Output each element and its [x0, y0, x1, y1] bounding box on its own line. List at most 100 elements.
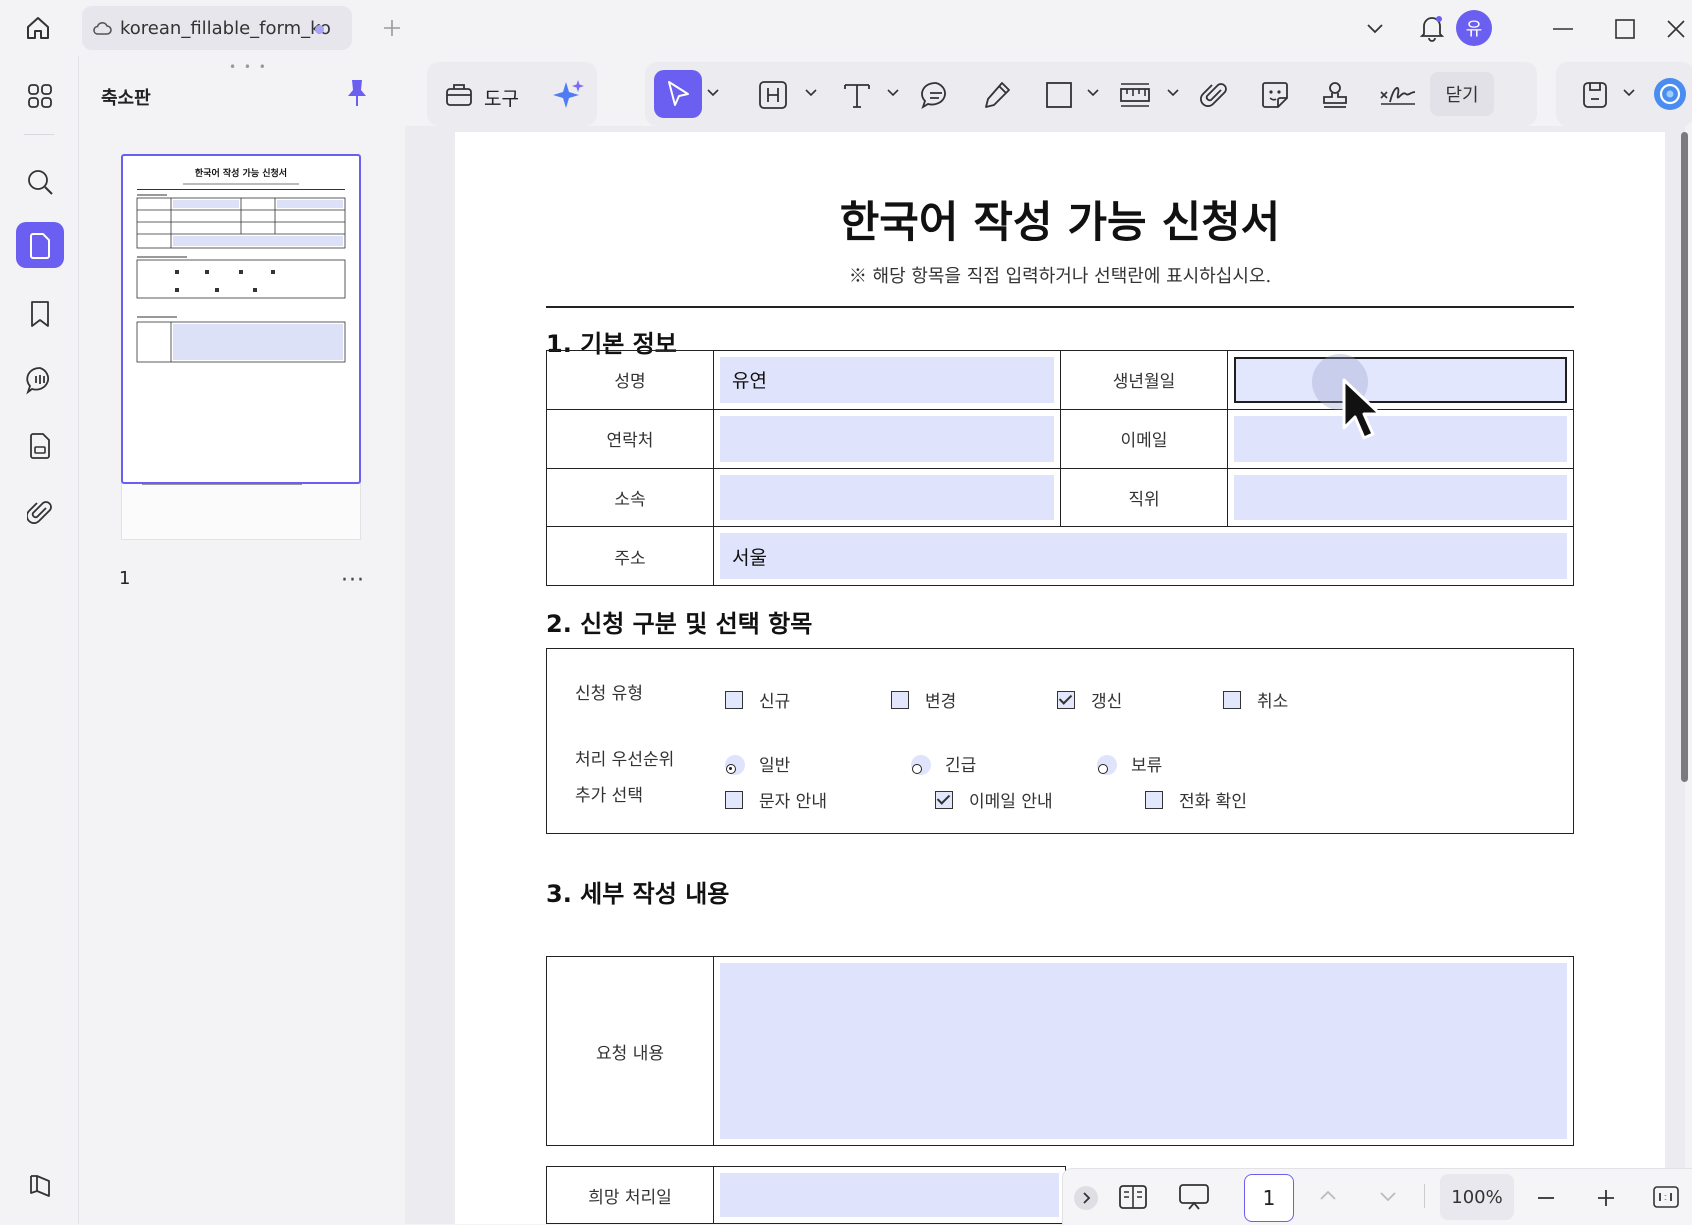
chevron-down-icon[interactable] — [886, 88, 900, 98]
pin-icon[interactable] — [345, 78, 369, 108]
date-table: 희망 처리일 — [546, 1166, 1066, 1224]
checkbox-cancel[interactable] — [1223, 691, 1241, 709]
new-tab-plus-icon[interactable] — [378, 14, 406, 42]
request-label: 요청 내용 — [546, 956, 714, 1146]
radio-urgent[interactable] — [911, 755, 931, 775]
close-window-icon[interactable] — [1662, 14, 1690, 44]
chevron-down-icon[interactable] — [1622, 88, 1636, 98]
details-table: 요청 내용 — [546, 956, 1574, 1146]
chevron-down-icon[interactable] — [1086, 88, 1100, 98]
email-field[interactable] — [1234, 415, 1567, 462]
radio-normal[interactable] — [725, 755, 745, 775]
checkbox-new[interactable] — [725, 691, 743, 709]
chevron-down-icon[interactable] — [1360, 14, 1390, 44]
thumbnails-page-icon[interactable] — [22, 228, 58, 264]
previous-page-icon[interactable] — [1318, 1188, 1338, 1202]
maximize-icon[interactable] — [1610, 14, 1640, 44]
position-field[interactable] — [1234, 474, 1567, 521]
sticker-icon[interactable] — [1260, 80, 1290, 110]
page-thumbnail[interactable]: 한국어 작성 가능 신청서 — [121, 154, 361, 484]
form-fields-icon[interactable] — [22, 428, 58, 464]
bar-separator — [1424, 1184, 1425, 1208]
affiliation-label: 소속 — [546, 467, 714, 528]
apps-grid-icon[interactable] — [22, 78, 58, 114]
zoom-out-icon[interactable] — [1536, 1188, 1556, 1208]
position-label: 직위 — [1060, 467, 1228, 528]
toolbox-icon[interactable] — [444, 80, 474, 108]
checkbox-email-notice[interactable] — [935, 791, 953, 809]
checkbox-change[interactable] — [891, 691, 909, 709]
mouse-cursor-icon — [1340, 378, 1390, 448]
bookmark-icon[interactable] — [22, 296, 58, 332]
request-textarea[interactable] — [720, 963, 1567, 1139]
radio-normal-label: 일반 — [759, 756, 791, 776]
contact-label: 연락처 — [546, 408, 714, 469]
next-page-icon[interactable] — [1378, 1190, 1398, 1204]
checkbox-sms-label: 문자 안내 — [759, 792, 827, 812]
comments-icon[interactable] — [20, 362, 60, 398]
priority-label: 처리 우선순위 — [575, 750, 675, 770]
application-type-label: 신청 유형 — [575, 684, 643, 704]
notification-bell-icon[interactable] — [1414, 10, 1450, 46]
radio-urgent-label: 긴급 — [945, 756, 977, 776]
avatar[interactable]: 유 — [1456, 10, 1492, 46]
rectangle-shape-icon[interactable] — [1044, 80, 1074, 110]
vertical-scrollbar[interactable] — [1681, 132, 1688, 782]
checkbox-email-notice-label: 이메일 안내 — [969, 792, 1053, 812]
ai-sparkle-icon[interactable] — [552, 78, 586, 112]
minimize-icon[interactable] — [1548, 14, 1578, 44]
section-application-heading: 2. 신청 구분 및 선택 항목 — [546, 610, 813, 638]
application-options-box: 신청 유형 신규 변경 갱신 취소 처리 우선순위 일반 긴급 보류 추가 선택… — [546, 648, 1574, 834]
home-icon[interactable] — [20, 10, 56, 46]
paperclip-icon[interactable] — [1200, 80, 1230, 110]
zoom-level[interactable]: 100% — [1440, 1174, 1514, 1220]
address-label: 주소 — [546, 526, 714, 586]
expand-bar-icon[interactable] — [1074, 1186, 1098, 1210]
chevron-down-icon[interactable] — [804, 88, 818, 98]
tools-label[interactable]: 도구 — [484, 84, 519, 111]
cloud-icon — [92, 20, 112, 36]
measure-ruler-icon[interactable] — [1118, 80, 1152, 110]
basic-info-table: 성명 유연 생년월일 연락처 이메일 소속 직위 주소 서울 — [546, 350, 1574, 586]
document-tab[interactable]: korean_fillable_form_ko — [82, 6, 352, 50]
search-icon[interactable] — [22, 164, 58, 200]
attachment-icon[interactable] — [22, 494, 58, 530]
page-number-input[interactable]: 1 — [1244, 1174, 1294, 1222]
sidebar-toggle-icon[interactable] — [22, 1168, 58, 1204]
desired-date-field[interactable] — [720, 1173, 1059, 1217]
ai-assistant-icon[interactable] — [1652, 76, 1688, 112]
presentation-icon[interactable] — [1178, 1182, 1210, 1212]
radio-hold[interactable] — [1097, 755, 1117, 775]
actual-size-icon[interactable] — [1652, 1184, 1680, 1210]
select-tool-button[interactable] — [654, 70, 702, 118]
name-label: 성명 — [546, 350, 714, 410]
birthdate-field[interactable] — [1234, 357, 1567, 403]
checkbox-phone-confirm[interactable] — [1145, 791, 1163, 809]
desired-date-label: 희망 처리일 — [546, 1166, 714, 1224]
pen-tool-icon[interactable] — [982, 80, 1012, 110]
close-tools-button[interactable]: 닫기 — [1430, 72, 1494, 116]
save-icon[interactable] — [1580, 80, 1610, 110]
signature-icon[interactable] — [1378, 80, 1418, 110]
checkbox-renew[interactable] — [1057, 691, 1075, 709]
thumbnail-more-button[interactable]: ··· — [341, 568, 365, 593]
checkbox-sms[interactable] — [725, 791, 743, 809]
radio-hold-label: 보류 — [1131, 756, 1163, 776]
checkbox-phone-confirm-label: 전화 확인 — [1179, 792, 1247, 812]
chevron-down-icon[interactable] — [706, 88, 720, 98]
address-field[interactable]: 서울 — [720, 533, 1567, 579]
panel-drag-handle-icon[interactable]: • • • — [229, 60, 268, 74]
stamp-icon[interactable] — [1320, 80, 1350, 110]
document-subtitle: ※ 해당 항목을 직접 입력하거나 선택란에 표시하십시오. — [848, 266, 1272, 287]
highlight-heading-icon[interactable] — [758, 80, 788, 110]
text-tool-icon[interactable] — [842, 80, 872, 110]
panel-title: 축소판 — [101, 88, 151, 109]
zoom-in-icon[interactable] — [1596, 1188, 1616, 1208]
chevron-down-icon[interactable] — [1166, 88, 1180, 98]
name-field[interactable]: 유연 — [720, 357, 1054, 403]
page-layout-icon[interactable] — [1118, 1182, 1148, 1212]
contact-field[interactable] — [720, 415, 1054, 462]
thumbnail-page-number: 1 — [119, 568, 131, 589]
affiliation-field[interactable] — [720, 474, 1054, 521]
comment-bubble-icon[interactable] — [920, 80, 952, 110]
